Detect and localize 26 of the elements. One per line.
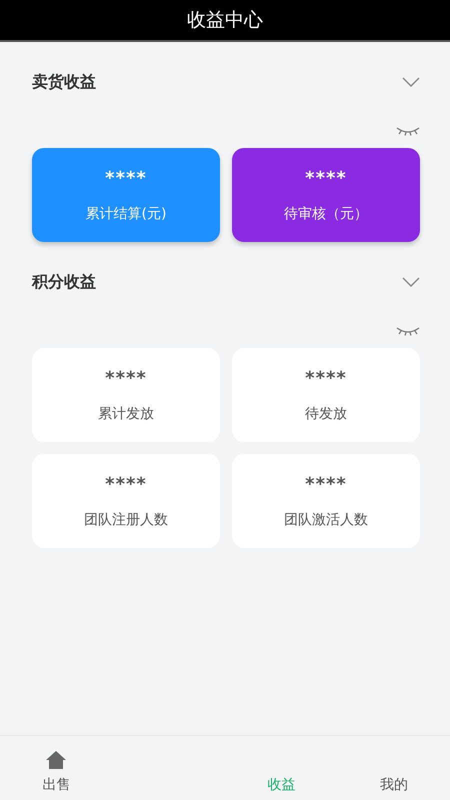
stat-card[interactable]: **** 团队激活人数 (232, 454, 420, 548)
stat-card[interactable]: **** 待发放 (232, 348, 420, 442)
chevron-down-icon[interactable] (402, 277, 420, 287)
hidden-value: **** (105, 368, 147, 388)
hidden-value: **** (305, 474, 347, 494)
stat-label: 待审核（元） (284, 204, 368, 222)
hidden-value: **** (305, 368, 347, 388)
hidden-value: **** (105, 168, 147, 188)
stat-label: 团队注册人数 (84, 510, 168, 528)
section-title: 积分收益 (32, 272, 96, 292)
page-title: 收益中心 (187, 8, 263, 33)
stat-label: 待发放 (305, 404, 347, 422)
stat-card[interactable]: **** 团队注册人数 (32, 454, 220, 548)
stat-label: 累计结算(元) (86, 204, 166, 222)
stat-card[interactable]: **** 待审核（元） (232, 148, 420, 242)
stat-card[interactable]: **** 累计发放 (32, 348, 220, 442)
stat-label: 团队激活人数 (284, 510, 368, 528)
tab[interactable]: 我的 (338, 736, 450, 800)
chevron-down-icon[interactable] (402, 77, 420, 87)
hidden-value: **** (305, 168, 347, 188)
closed-eye-icon[interactable] (396, 326, 420, 336)
stat-label: 累计发放 (98, 404, 154, 422)
hidden-value: **** (105, 474, 147, 494)
closed-eye-icon[interactable] (396, 126, 420, 136)
section-title: 卖货收益 (32, 72, 96, 92)
tab[interactable]: 出售 (0, 736, 112, 800)
